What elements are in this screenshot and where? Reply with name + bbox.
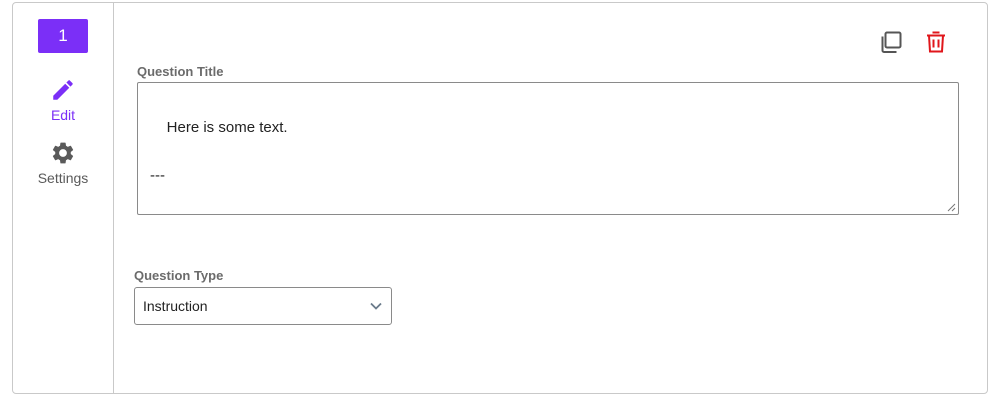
sidebar-item-settings[interactable]: Settings <box>13 140 113 186</box>
gear-icon <box>52 142 74 164</box>
sidebar-item-settings-label: Settings <box>37 170 89 186</box>
sidebar-item-edit-label: Edit <box>50 107 76 123</box>
resize-handle-icon[interactable] <box>947 203 956 212</box>
trash-icon <box>927 31 945 53</box>
question-number-badge: 1 <box>38 19 88 53</box>
pencil-icon <box>53 80 73 100</box>
chevron-down-icon <box>370 302 382 310</box>
question-type-selected-value: Instruction <box>143 298 208 314</box>
question-title-text: Here is some text. --- Here is other tex… <box>150 119 288 184</box>
question-type-select[interactable]: Instruction <box>134 287 392 325</box>
delete-button[interactable] <box>923 29 949 55</box>
question-title-label: Question Title <box>137 64 224 79</box>
question-card: 1 Edit Settings Question Title Here is s… <box>12 2 988 394</box>
question-sidebar: 1 Edit Settings <box>13 3 114 393</box>
sidebar-item-edit[interactable]: Edit <box>13 77 113 123</box>
question-type-label: Question Type <box>134 268 224 283</box>
copy-icon <box>881 31 902 53</box>
copy-button[interactable] <box>878 29 904 55</box>
question-title-textarea[interactable]: Here is some text. --- Here is other tex… <box>137 82 959 215</box>
